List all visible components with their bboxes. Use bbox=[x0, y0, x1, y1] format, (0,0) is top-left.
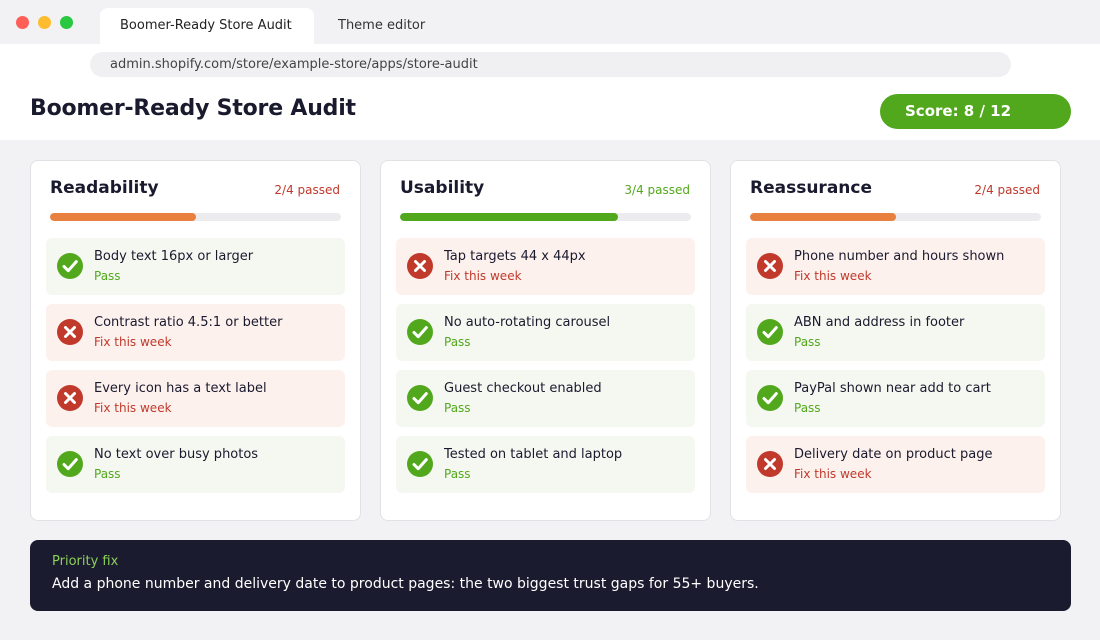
cross-icon bbox=[57, 385, 83, 411]
category-progress-fill bbox=[400, 213, 618, 221]
audit-check-item[interactable]: Every icon has a text label Fix this week bbox=[46, 370, 345, 427]
priority-fix-text: Add a phone number and delivery date to … bbox=[52, 576, 759, 592]
audit-check-item[interactable]: Tested on tablet and laptop Pass bbox=[396, 436, 695, 493]
status-pass: Pass bbox=[444, 335, 471, 349]
audit-check-item[interactable]: Body text 16px or larger Pass bbox=[46, 238, 345, 295]
audit-check-label: No text over busy photos bbox=[94, 447, 259, 462]
address-bar[interactable]: admin.shopify.com/store/example-store/ap… bbox=[90, 52, 1011, 77]
category-card-reassurance: Reassurance 2/4 passed Phone number and ho… bbox=[730, 160, 1061, 521]
page-header: admin.shopify.com/store/example-store/ap… bbox=[0, 44, 1100, 140]
status-fix: Fix this week bbox=[794, 467, 872, 481]
category-pass-count: 3/4 passed bbox=[624, 183, 690, 197]
audit-check-item[interactable]: Contrast ratio 4.5:1 or better Fix this w… bbox=[46, 304, 345, 361]
check-icon bbox=[407, 385, 433, 411]
audit-check-item[interactable]: Delivery date on product page Fix this we… bbox=[746, 436, 1045, 493]
audit-check-label: ABN and address in footer bbox=[794, 315, 965, 330]
category-card-usability: Usability 3/4 passed Tap targets 44 x 44px… bbox=[380, 160, 711, 521]
priority-fix-label: Priority fix bbox=[52, 554, 119, 569]
status-fix: Fix this week bbox=[444, 269, 522, 283]
tab-store-audit[interactable]: Boomer-Ready Store Audit bbox=[100, 8, 314, 44]
priority-fix-panel: Priority fix Add a phone number and deli… bbox=[30, 540, 1071, 611]
category-pass-count: 2/4 passed bbox=[274, 183, 340, 197]
minimize-window-icon[interactable] bbox=[38, 16, 51, 29]
cross-icon bbox=[757, 253, 783, 279]
check-icon bbox=[407, 319, 433, 345]
status-fix: Fix this week bbox=[94, 401, 172, 415]
audit-check-label: No auto-rotating carousel bbox=[444, 315, 611, 330]
category-progress-bar bbox=[750, 213, 1041, 221]
category-card-readability: Readability 2/4 passed Body text 16px or l… bbox=[30, 160, 361, 521]
audit-check-item[interactable]: No text over busy photos Pass bbox=[46, 436, 345, 493]
maximize-window-icon[interactable] bbox=[60, 16, 73, 29]
audit-check-label: Every icon has a text label bbox=[94, 381, 267, 396]
audit-check-item[interactable]: Tap targets 44 x 44px Fix this week bbox=[396, 238, 695, 295]
cross-icon bbox=[57, 319, 83, 345]
cross-icon bbox=[757, 451, 783, 477]
status-fix: Fix this week bbox=[794, 269, 872, 283]
status-pass: Pass bbox=[94, 467, 121, 481]
status-fix: Fix this week bbox=[94, 335, 172, 349]
audit-check-label: Delivery date on product page bbox=[794, 447, 993, 462]
audit-check-item[interactable]: Phone number and hours shown Fix this wee… bbox=[746, 238, 1045, 295]
audit-check-label: Guest checkout enabled bbox=[444, 381, 602, 396]
audit-check-item[interactable]: No auto-rotating carousel Pass bbox=[396, 304, 695, 361]
status-pass: Pass bbox=[794, 401, 821, 415]
audit-check-label: Contrast ratio 4.5:1 or better bbox=[94, 315, 283, 330]
check-icon bbox=[757, 385, 783, 411]
status-pass: Pass bbox=[444, 401, 471, 415]
audit-check-item[interactable]: Guest checkout enabled Pass bbox=[396, 370, 695, 427]
check-icon bbox=[407, 451, 433, 477]
close-window-icon[interactable] bbox=[16, 16, 29, 29]
score-badge: Score: 8 / 12 bbox=[880, 94, 1071, 129]
audit-check-label: Tested on tablet and laptop bbox=[444, 447, 623, 462]
category-progress-bar bbox=[400, 213, 691, 221]
audit-check-item[interactable]: PayPal shown near add to cart Pass bbox=[746, 370, 1045, 427]
check-icon bbox=[57, 451, 83, 477]
audit-check-label: Body text 16px or larger bbox=[94, 249, 254, 264]
category-title: Reassurance bbox=[750, 178, 872, 198]
category-title: Readability bbox=[50, 178, 159, 198]
audit-check-label: Tap targets 44 x 44px bbox=[444, 249, 586, 264]
status-pass: Pass bbox=[444, 467, 471, 481]
cross-icon bbox=[407, 253, 433, 279]
category-pass-count: 2/4 passed bbox=[974, 183, 1040, 197]
category-progress-fill bbox=[750, 213, 896, 221]
audit-check-label: PayPal shown near add to cart bbox=[794, 381, 991, 396]
audit-check-item[interactable]: ABN and address in footer Pass bbox=[746, 304, 1045, 361]
page-title: Boomer-Ready Store Audit bbox=[30, 96, 356, 121]
category-progress-fill bbox=[50, 213, 196, 221]
status-pass: Pass bbox=[794, 335, 821, 349]
category-title: Usability bbox=[400, 178, 485, 198]
browser-chrome: Boomer-Ready Store Audit Theme editor bbox=[0, 0, 1100, 44]
status-pass: Pass bbox=[94, 269, 121, 283]
category-progress-bar bbox=[50, 213, 341, 221]
audit-check-label: Phone number and hours shown bbox=[794, 249, 1005, 264]
check-icon bbox=[757, 319, 783, 345]
tab-theme-editor[interactable]: Theme editor bbox=[318, 8, 445, 44]
check-icon bbox=[57, 253, 83, 279]
